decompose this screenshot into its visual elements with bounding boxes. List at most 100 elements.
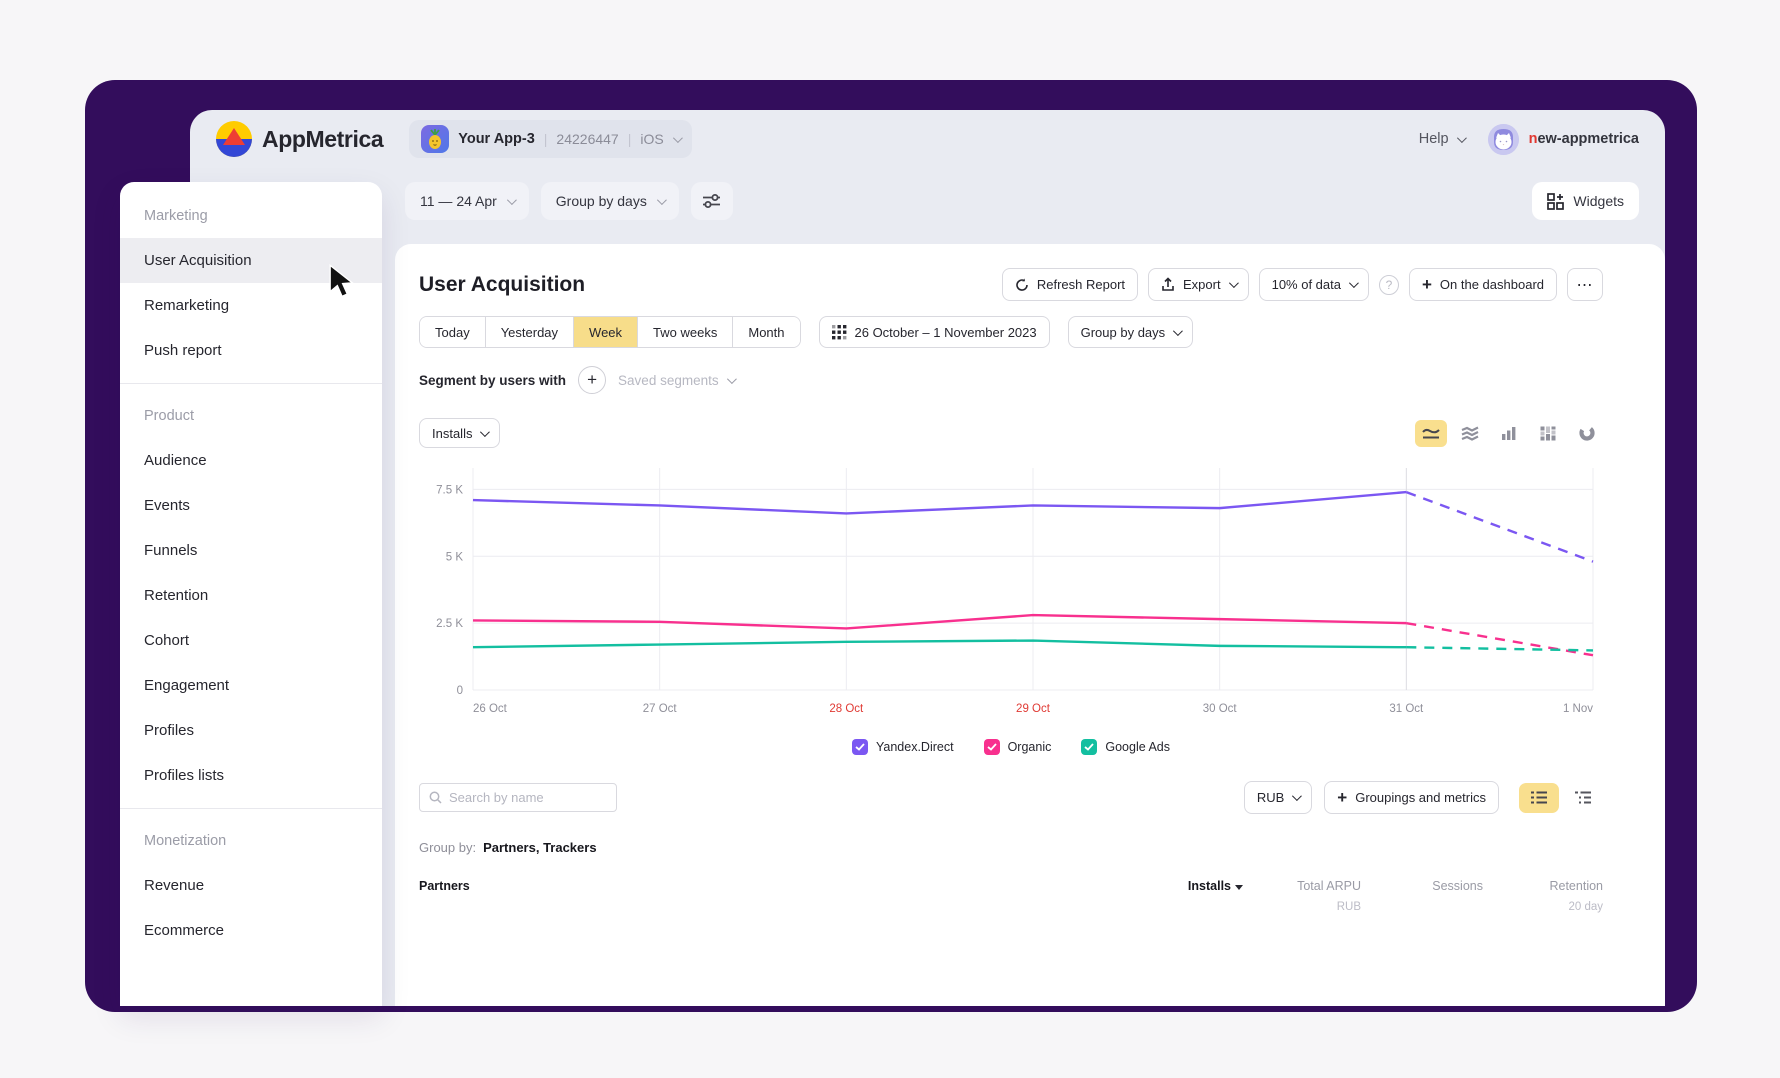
line-chart-type-button[interactable] — [1415, 420, 1447, 447]
tab-week[interactable]: Week — [574, 317, 638, 347]
chevron-down-icon — [1457, 133, 1467, 143]
chart-controls-row: Installs — [419, 418, 1603, 448]
sidebar-item-events[interactable]: Events — [120, 483, 382, 528]
sidebar-item-push-report[interactable]: Push report — [120, 328, 382, 373]
sidebar-item-ecommerce[interactable]: Ecommerce — [120, 908, 382, 953]
checkbox-checked-icon[interactable] — [984, 739, 1000, 755]
bar-chart-type-button[interactable] — [1493, 420, 1525, 447]
username[interactable]: new-appmetrica — [1529, 131, 1639, 147]
export-button[interactable]: Export — [1148, 268, 1249, 301]
period-segmented-control: Today Yesterday Week Two weeks Month — [419, 316, 801, 348]
currency-label: RUB — [1257, 790, 1284, 805]
sidebar-item-engagement[interactable]: Engagement — [120, 663, 382, 708]
sidebar-item-audience[interactable]: Audience — [120, 438, 382, 483]
app-selector[interactable]: Your App-3 | 24226447 | iOS — [409, 120, 691, 158]
legend-label: Google Ads — [1105, 740, 1170, 754]
svg-text:29 Oct: 29 Oct — [1016, 703, 1051, 715]
help-menu[interactable]: Help — [1419, 131, 1464, 147]
refresh-report-button[interactable]: Refresh Report — [1002, 268, 1138, 301]
list-view-toggle[interactable] — [1519, 783, 1559, 813]
filter-settings-button[interactable] — [691, 182, 733, 220]
help-label: Help — [1419, 131, 1449, 147]
column-total-arpu[interactable]: Total ARPU RUB — [1243, 879, 1361, 913]
date-range-label: 11 — 24 Apr — [420, 193, 497, 209]
sidebar-item-revenue[interactable]: Revenue — [120, 863, 382, 908]
checkbox-checked-icon[interactable] — [852, 739, 868, 755]
chart-group-by-dropdown[interactable]: Group by days — [1068, 316, 1194, 348]
table-header: Partners Installs Total ARPU RUB Session… — [419, 879, 1603, 913]
more-icon: ⋯ — [1577, 275, 1594, 295]
metric-dropdown[interactable]: Installs — [419, 418, 500, 448]
installs-chart[interactable]: 02.5 K5 K7.5 K26 Oct27 Oct28 Oct29 Oct30… — [419, 452, 1601, 734]
svg-text:2.5 K: 2.5 K — [436, 618, 463, 630]
calendar-range-button[interactable]: 26 October – 1 November 2023 — [819, 316, 1050, 348]
add-to-dashboard-button[interactable]: + On the dashboard — [1409, 268, 1557, 301]
view-toggle-group — [1519, 783, 1603, 813]
currency-dropdown[interactable]: RUB — [1244, 781, 1312, 814]
tab-month[interactable]: Month — [733, 317, 799, 347]
report-controls: Refresh Report Export 10% of data — [1002, 268, 1603, 301]
legend-organic[interactable]: Organic — [984, 739, 1052, 755]
line-chart-icon — [1422, 426, 1440, 440]
checkbox-checked-icon[interactable] — [1081, 739, 1097, 755]
sidebar-item-profiles[interactable]: Profiles — [120, 708, 382, 753]
tab-today[interactable]: Today — [420, 317, 486, 347]
sidebar-item-profiles-lists[interactable]: Profiles lists — [120, 753, 382, 798]
legend-google-ads[interactable]: Google Ads — [1081, 739, 1170, 755]
bar-chart-icon — [1501, 426, 1517, 440]
chart-type-switcher — [1415, 420, 1603, 447]
sidebar-item-user-acquisition[interactable]: User Acquisition — [120, 238, 382, 283]
help-question-icon[interactable]: ? — [1379, 275, 1399, 295]
sidebar-item-remarketing[interactable]: Remarketing — [120, 283, 382, 328]
pie-chart-type-button[interactable] — [1571, 420, 1603, 447]
sampling-dropdown[interactable]: 10% of data — [1259, 268, 1369, 301]
stacked-bar-icon — [1540, 426, 1556, 441]
tab-two-weeks[interactable]: Two weeks — [638, 317, 733, 347]
search-box[interactable] — [419, 783, 617, 812]
sidebar-item-cohort[interactable]: Cohort — [120, 618, 382, 663]
global-toolbar: 11 — 24 Apr Group by days — [405, 178, 1639, 224]
screen: AppMetrica Your App-3 | 24226447 | iOS — [0, 0, 1780, 1078]
refresh-label: Refresh Report — [1037, 277, 1125, 292]
sampling-label: 10% of data — [1272, 277, 1341, 292]
sort-desc-icon — [1235, 885, 1243, 890]
chart-area: 02.5 K5 K7.5 K26 Oct27 Oct28 Oct29 Oct30… — [419, 452, 1603, 739]
chevron-down-icon — [480, 427, 490, 437]
widgets-button[interactable]: Widgets — [1532, 182, 1639, 220]
tree-view-toggle[interactable] — [1563, 783, 1603, 813]
group-by-value[interactable]: Partners, Trackers — [483, 840, 596, 855]
column-retention[interactable]: Retention 20 day — [1483, 879, 1603, 913]
column-sessions[interactable]: Sessions — [1361, 879, 1483, 893]
column-arpu-sub: RUB — [1243, 901, 1361, 913]
date-range-dropdown[interactable]: 11 — 24 Apr — [405, 182, 529, 220]
groupings-metrics-button[interactable]: + Groupings and metrics — [1324, 781, 1499, 814]
add-segment-button[interactable]: + — [578, 366, 606, 394]
stacked-bar-chart-type-button[interactable] — [1532, 420, 1564, 447]
export-icon — [1161, 277, 1175, 292]
sidebar-item-funnels[interactable]: Funnels — [120, 528, 382, 573]
stacked-area-chart-type-button[interactable] — [1454, 420, 1486, 447]
period-tabs-row: Today Yesterday Week Two weeks Month 26 — [419, 316, 1603, 348]
saved-segments-dropdown[interactable]: Saved segments — [618, 373, 734, 388]
group-by-label: Group by days — [556, 193, 647, 209]
column-partners[interactable]: Partners — [419, 879, 1093, 893]
group-by-dropdown[interactable]: Group by days — [541, 182, 679, 220]
user-avatar[interactable] — [1488, 124, 1519, 155]
segment-label: Segment by users with — [419, 373, 566, 388]
svg-text:31 Oct: 31 Oct — [1389, 703, 1424, 715]
chevron-down-icon — [673, 133, 683, 143]
tab-yesterday[interactable]: Yesterday — [486, 317, 574, 347]
sidebar-item-retention[interactable]: Retention — [120, 573, 382, 618]
question-glyph: ? — [1386, 278, 1393, 292]
chart-legend: Yandex.Direct Organic Google Ads — [419, 739, 1603, 755]
app-id: 24226447 — [556, 131, 618, 147]
chevron-down-icon — [1173, 326, 1183, 336]
legend-label: Organic — [1008, 740, 1052, 754]
table-tools-right: RUB + Groupings and metrics — [1244, 781, 1603, 814]
search-input[interactable] — [449, 790, 599, 805]
more-actions-button[interactable]: ⋯ — [1567, 268, 1603, 301]
svg-text:26 Oct: 26 Oct — [473, 703, 508, 715]
legend-yandex-direct[interactable]: Yandex.Direct — [852, 739, 954, 755]
list-view-icon — [1531, 791, 1547, 804]
column-installs[interactable]: Installs — [1093, 879, 1243, 893]
